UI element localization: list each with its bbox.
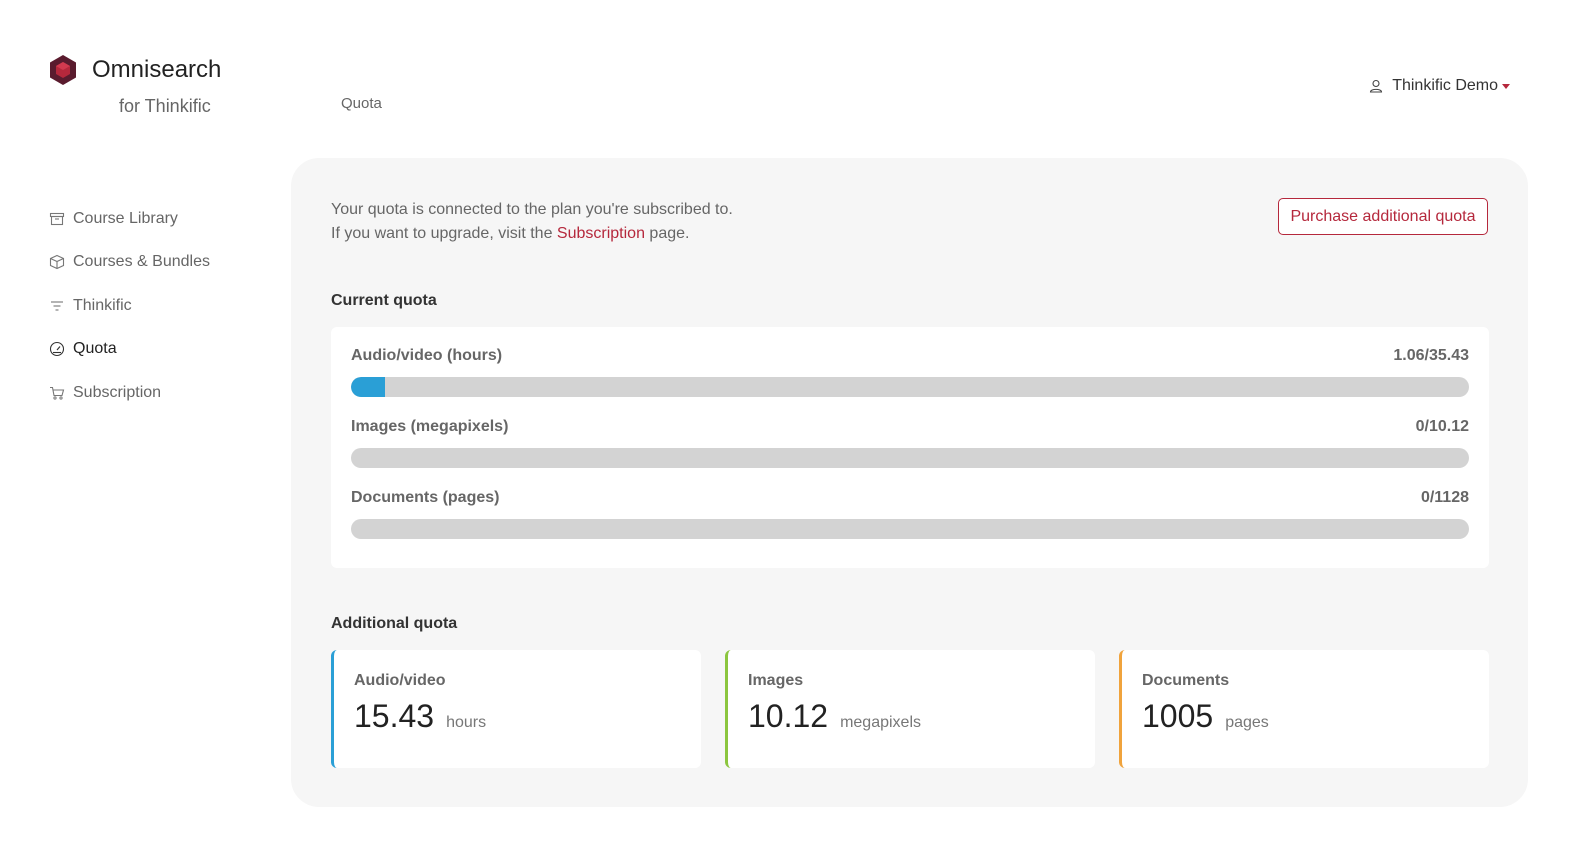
archive-icon — [49, 212, 65, 225]
quota-label: Audio/video (hours) — [351, 347, 503, 364]
quota-row-audio-video: Audio/video (hours) 1.06/35.43 — [351, 347, 1469, 397]
progress-bar — [351, 519, 1469, 539]
quota-label: Images (megapixels) — [351, 418, 509, 435]
quota-label: Documents (pages) — [351, 489, 500, 506]
sidebar-item-course-library[interactable]: Course Library — [49, 197, 269, 241]
user-menu-dropdown[interactable]: Thinkific Demo — [1369, 77, 1510, 95]
sidebar-item-subscription[interactable]: Subscription — [49, 371, 269, 415]
sidebar-item-label: Quota — [73, 340, 117, 358]
additional-card-audio-video: Audio/video 15.43 hours — [331, 650, 701, 768]
brand-subtitle: for Thinkific — [119, 96, 211, 116]
box-icon — [49, 255, 65, 270]
subscription-link[interactable]: Subscription — [557, 225, 645, 242]
sidebar-item-quota[interactable]: Quota — [49, 328, 269, 372]
additional-quota-title: Additional quota — [331, 615, 458, 632]
quota-value: 0/10.12 — [1415, 418, 1469, 435]
sidebar-item-label: Course Library — [73, 209, 178, 227]
card-value: 15.43 — [354, 698, 435, 734]
card-title: Audio/video — [354, 672, 446, 689]
quota-row-documents: Documents (pages) 0/1128 — [351, 489, 1469, 539]
additional-quota-cards: Audio/video 15.43 hours Images 10.12 meg… — [331, 650, 1489, 768]
card-unit: megapixels — [840, 714, 922, 731]
quota-panel: Your quota is connected to the plan you'… — [291, 158, 1528, 807]
intro-line-2-suffix: page. — [649, 225, 690, 242]
current-quota-title: Current quota — [331, 292, 437, 309]
user-name: Thinkific Demo — [1392, 77, 1498, 94]
card-unit: pages — [1225, 714, 1269, 731]
filter-icon — [51, 301, 63, 311]
card-unit: hours — [446, 714, 487, 731]
sidebar-item-courses-bundles[interactable]: Courses & Bundles — [49, 241, 269, 285]
sidebar: Course Library Courses & Bundles Thinkif… — [49, 197, 269, 415]
intro-line-2-prefix: If you want to upgrade, visit the — [331, 225, 553, 242]
current-quota-card: Audio/video (hours) 1.06/35.43 Images (m… — [331, 327, 1489, 568]
sidebar-item-thinkific[interactable]: Thinkific — [49, 284, 269, 328]
breadcrumb: Quota — [341, 95, 382, 112]
hexagon-logo-icon — [50, 55, 76, 85]
brand-name: Omnisearch — [92, 56, 222, 83]
additional-card-images: Images 10.12 megapixels — [725, 650, 1095, 768]
quota-row-images: Images (megapixels) 0/10.12 — [351, 418, 1469, 468]
progress-fill — [351, 377, 385, 397]
sidebar-item-label: Subscription — [73, 383, 162, 401]
intro-line-1: Your quota is connected to the plan you'… — [331, 201, 733, 218]
cart-icon — [50, 386, 65, 400]
sidebar-item-label: Courses & Bundles — [73, 253, 210, 271]
quota-value: 0/1128 — [1420, 489, 1469, 506]
intro-line-2: If you want to upgrade, visit the Subscr… — [331, 222, 733, 246]
app-logo[interactable] — [49, 54, 77, 86]
card-title: Images — [748, 672, 804, 689]
quota-intro: Your quota is connected to the plan you'… — [331, 198, 733, 246]
progress-bar — [351, 448, 1469, 468]
caret-down-icon — [1502, 83, 1510, 89]
gauge-icon — [49, 342, 65, 357]
progress-bar — [351, 377, 1469, 397]
additional-card-documents: Documents 1005 pages — [1119, 650, 1489, 768]
sidebar-item-label: Thinkific — [73, 296, 132, 314]
card-value: 1005 — [1142, 698, 1214, 734]
purchase-additional-quota-button[interactable]: Purchase additional quota — [1278, 198, 1488, 235]
card-title: Documents — [1142, 672, 1230, 689]
card-value: 10.12 — [748, 698, 829, 734]
quota-value: 1.06/35.43 — [1393, 347, 1469, 364]
user-icon — [1370, 79, 1383, 93]
